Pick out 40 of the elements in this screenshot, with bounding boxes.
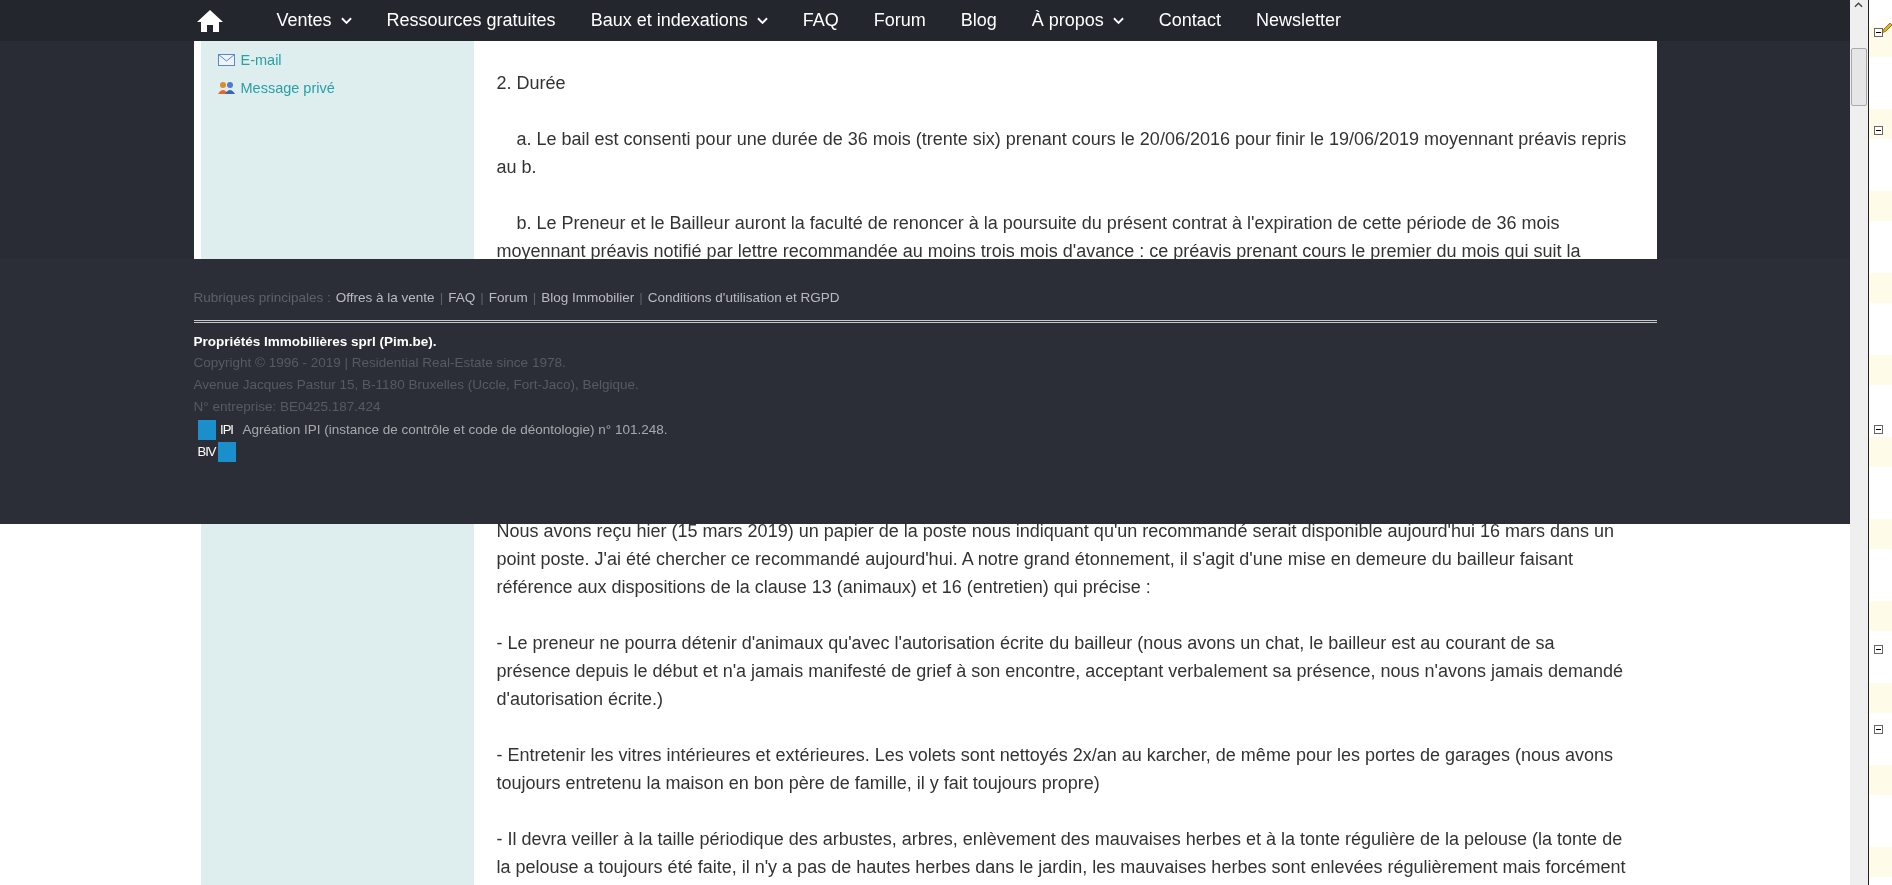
post-paragraph: - Il devra veiller à la taille périodique des arbustes, arbres, enlèvement des mauvaises herbes et à la tonte régulière de la pelouse (la tonte de la pelouse a toujours été faite, il n'y a pas de hautes herbes dans le jardin, les mauvaises herbes sont enlevées régulièrement mais forcément bbox=[496, 828, 1627, 879]
footer-link[interactable]: FAQ bbox=[448, 287, 476, 309]
nav-link[interactable]: Contact bbox=[1158, 10, 1221, 31]
tree-toggle-icon[interactable] bbox=[1874, 645, 1883, 654]
post-paragraph: 2. Durée bbox=[496, 72, 567, 95]
footer-link[interactable]: Conditions d'utilisation et RGPD bbox=[647, 287, 840, 309]
footer-link[interactable]: Blog Immobilier bbox=[541, 287, 635, 309]
post-paragraph: Nous avons reçu hier (15 mars 2019) un papier de la poste nous indiquant qu'un recommandé serait disponible aujourd'hui 16 mars dans un point poste. J'ai été chercher ce recommandé aujourd'hui. A notre grand étonnement, il s'agit d'une mise en demeure du bailleur faisant référence aux dispositions de la clause 13 (animaux) et 16 (entretien) qui précise : bbox=[496, 520, 1616, 599]
tree-toggle-icon[interactable] bbox=[1874, 28, 1883, 37]
post-paragraph: - Le preneur ne pourra détenir d'animaux qu'avec l'autorisation écrite du bailleur (nous avons un chat, le bailleur est au courant de sa présence depuis le début et n'a jamais manifesté de grief à son encontre, acceptant verbalement sa présence, nous n'avons jamais demandé d'autorisation écrite.) bbox=[496, 632, 1625, 711]
nav-link[interactable]: Blog bbox=[960, 10, 997, 31]
home-icon[interactable] bbox=[195, 8, 224, 33]
post-paragraph: b. Le Preneur et le Bailleur auront la faculté de renoncer à la poursuite du présent contrat à l'expiration de cette période de 36 mois moyennant préavis notifié par lettre recommandée au moins trois mois d'avance : ce préavis prenant cours le premier du mois qui suit la bbox=[496, 212, 1582, 263]
nav-link[interactable]: Ventes bbox=[276, 10, 352, 31]
nav-link[interactable]: FAQ bbox=[802, 10, 839, 31]
tree-toggle-icon[interactable] bbox=[1874, 425, 1883, 434]
pencil-icon bbox=[1881, 22, 1892, 34]
company-name: Propriétés Immobilières sprl (Pim.be). bbox=[193, 332, 438, 351]
nav-link[interactable]: À propos bbox=[1031, 10, 1124, 31]
separator: | bbox=[439, 289, 444, 307]
footer-link[interactable]: Offres à la vente bbox=[335, 287, 435, 309]
envelope-icon bbox=[217, 54, 235, 66]
footer-link[interactable]: Forum bbox=[488, 287, 528, 309]
separator: | bbox=[480, 289, 484, 307]
nav-link[interactable]: Ressources gratuites bbox=[386, 10, 556, 31]
post-paragraph: a. Le bail est consenti pour une durée de 36 mois (trente six) prenant cours le 20/06/2016 pour finir le 19/06/2019 moyennant préavis repris au b. bbox=[496, 128, 1627, 179]
tree-toggle-icon[interactable] bbox=[1874, 725, 1883, 734]
nav-link[interactable]: Forum bbox=[873, 10, 926, 31]
nav-link[interactable]: Newsletter bbox=[1255, 10, 1341, 31]
agreement-text: Agréation IPI (instance de contrôle et code de déontologie) n° 101.248. bbox=[242, 420, 668, 439]
tree-toggle-icon[interactable] bbox=[1874, 126, 1883, 135]
scroll-up-icon[interactable] bbox=[1854, 2, 1863, 8]
nav-link[interactable]: Baux et indexations bbox=[590, 10, 768, 31]
people-icon bbox=[217, 81, 235, 95]
post-paragraph: - Entretenir les vitres intérieures et extérieures. Les volets sont nettoyés 2x/an au karcher, de même pour les portes de garages (nous avons toujours entretenu la maison en bon père de famille, il y fait toujours propre) bbox=[496, 744, 1615, 795]
separator: | bbox=[532, 289, 537, 307]
scrollbar[interactable] bbox=[1850, 0, 1868, 885]
ipi-logo: IPI BIV bbox=[197, 419, 236, 462]
scroll-thumb[interactable] bbox=[1851, 48, 1867, 106]
separator: | bbox=[639, 289, 643, 307]
